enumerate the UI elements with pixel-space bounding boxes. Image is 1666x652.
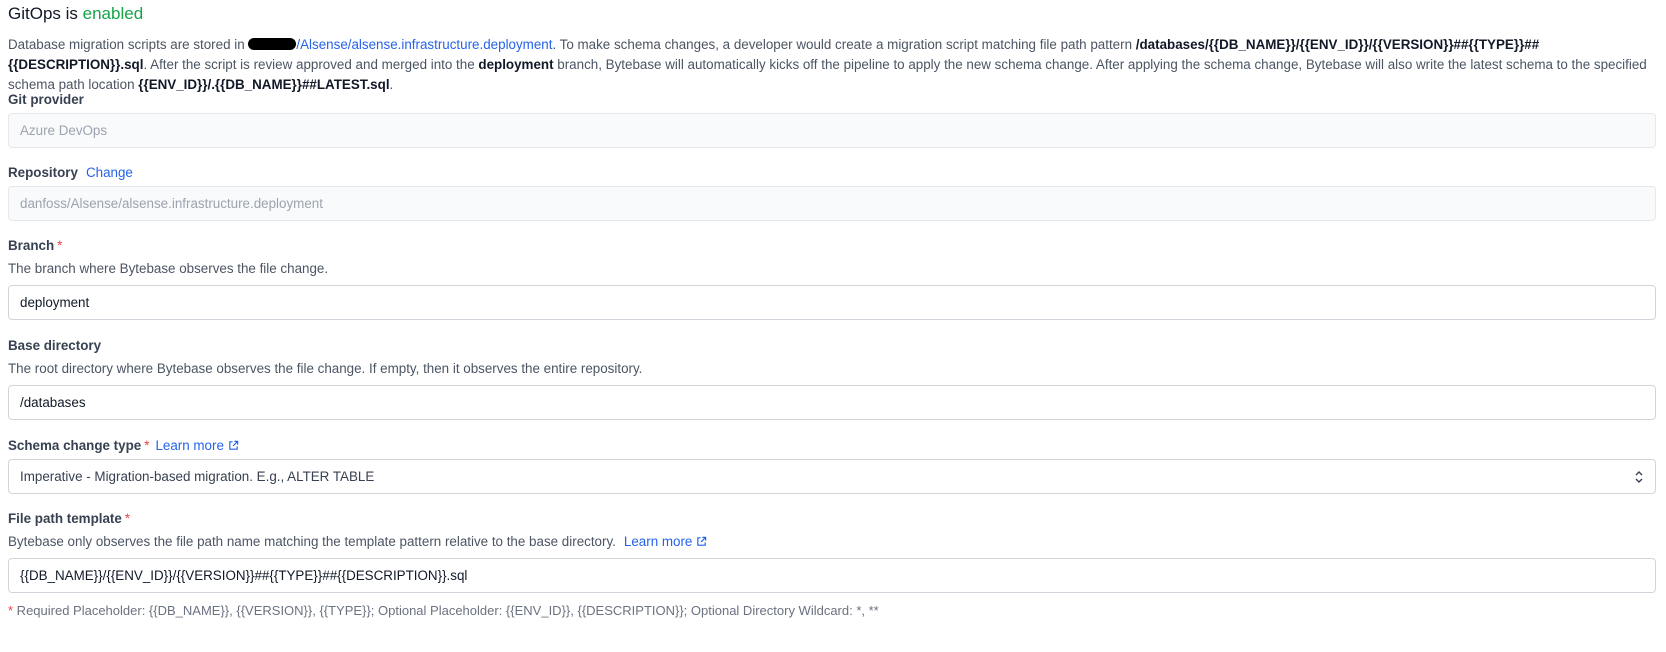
chevron-up-down-icon: [1635, 470, 1643, 483]
file-path-template-learn-more-link[interactable]: Learn more: [624, 534, 707, 549]
schema-change-type-select[interactable]: Imperative - Migration-based migration. …: [8, 459, 1656, 494]
file-path-template-label-row: File path template *: [8, 511, 130, 526]
intro-text-5: .: [389, 77, 394, 92]
repository-label-row: Repository Change: [8, 165, 133, 180]
intro-text-2: . To make schema changes, a developer wo…: [552, 37, 1136, 52]
git-provider-label: Git provider: [8, 92, 84, 107]
file-path-template-help: Bytebase only observes the file path nam…: [8, 534, 616, 549]
base-directory-input[interactable]: /databases: [8, 385, 1656, 420]
git-provider-value: Azure DevOps: [20, 123, 108, 138]
external-link-icon: [697, 536, 707, 546]
schema-change-type-label: Schema change type: [8, 438, 142, 453]
schema-change-type-label-row: Schema change type * Learn more: [8, 438, 239, 453]
gitops-title: GitOps is enabled: [8, 4, 143, 24]
repository-change-link[interactable]: Change: [86, 165, 133, 180]
placeholder-footnote: * Required Placeholder: {{DB_NAME}}, {{V…: [8, 603, 879, 618]
required-marker: *: [144, 438, 150, 453]
gitops-status: enabled: [82, 4, 144, 23]
base-directory-value: /databases: [20, 395, 86, 410]
gitops-title-prefix: GitOps is: [8, 4, 78, 23]
intro-text-3: . After the script is review approved an…: [143, 57, 479, 72]
redacted-block: [248, 38, 297, 50]
learn-more-text: Learn more: [623, 534, 693, 549]
schema-change-type-selected: Imperative - Migration-based migration. …: [20, 469, 375, 484]
required-marker: *: [57, 238, 63, 253]
repository-link[interactable]: /Alsense/alsense.infrastructure.deployme…: [296, 37, 552, 52]
repository-label: Repository: [8, 165, 78, 180]
git-provider-field: Azure DevOps: [8, 113, 1656, 148]
branch-label: Branch: [8, 238, 55, 253]
required-marker: *: [124, 511, 131, 526]
learn-more-text: Learn more: [155, 438, 224, 453]
gitops-description: Database migration scripts are stored in…: [8, 35, 1656, 95]
footnote-text: Required Placeholder: {{DB_NAME}}, {{VER…: [13, 603, 879, 618]
repository-value: danfoss/Alsense/alsense.infrastructure.d…: [20, 196, 323, 211]
file-path-template-input[interactable]: {{DB_NAME}}/{{ENV_ID}}/{{VERSION}}##{{TY…: [8, 558, 1656, 593]
intro-text-1: Database migration scripts are stored in: [8, 37, 249, 52]
base-directory-label: Base directory: [8, 338, 102, 353]
base-directory-help: The root directory where Bytebase observ…: [8, 361, 643, 376]
file-path-template-value: {{DB_NAME}}/{{ENV_ID}}/{{VERSION}}##{{TY…: [20, 568, 468, 583]
branch-label-row: Branch *: [8, 238, 62, 253]
schema-change-type-learn-more-link[interactable]: Learn more: [155, 438, 239, 453]
file-path-template-label: File path template: [8, 511, 122, 526]
intro-branch: deployment: [478, 57, 554, 72]
branch-input[interactable]: deployment: [8, 285, 1656, 320]
intro-latest-path: {{ENV_ID}}/.{{DB_NAME}}##LATEST.sql: [138, 77, 390, 92]
file-path-template-help-row: Bytebase only observes the file path nam…: [8, 534, 707, 549]
repository-field: danfoss/Alsense/alsense.infrastructure.d…: [8, 186, 1656, 221]
branch-value: deployment: [20, 295, 90, 310]
branch-help: The branch where Bytebase observes the f…: [8, 261, 329, 276]
external-link-icon: [229, 440, 239, 450]
